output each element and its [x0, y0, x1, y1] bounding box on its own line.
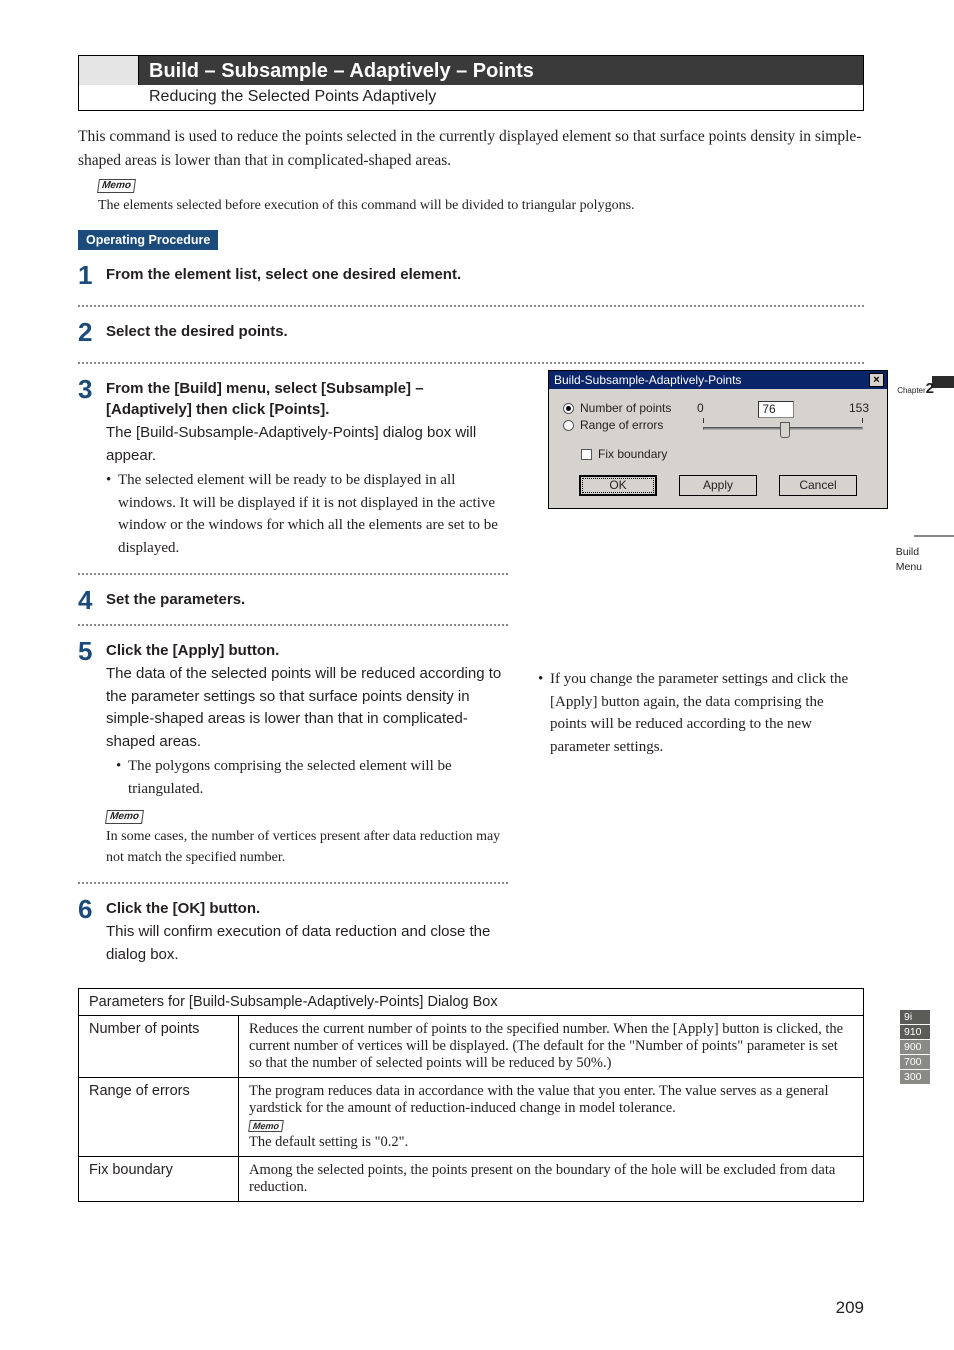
step-5: 5 Click the [Apply] button. The data of … — [78, 640, 508, 868]
param-desc-pre: The program reduces data in accordance w… — [249, 1083, 828, 1116]
step-heading: Click the [OK] button. — [106, 898, 508, 919]
side-menu-line: Menu — [896, 560, 922, 575]
step-bullet: The selected element will be ready to be… — [106, 469, 508, 559]
checkbox-label: Fix boundary — [598, 447, 667, 461]
side-divider — [914, 535, 954, 537]
dialog-box: Build-Subsample-Adaptively-Points × Numb… — [548, 370, 888, 509]
step-bullet: The polygons comprising the selected ele… — [116, 755, 508, 800]
separator — [78, 305, 864, 307]
intro-memo: The elements selected before execution o… — [98, 195, 864, 216]
step-6: 6 Click the [OK] button. This will confi… — [78, 898, 508, 966]
step-heading: From the element list, select one desire… — [106, 264, 466, 285]
model-badge: 9i — [900, 1010, 930, 1024]
memo-tag: Memo — [105, 810, 144, 824]
step-body: The data of the selected points will be … — [106, 663, 508, 753]
parameters-table: Parameters for [Build-Subsample-Adaptive… — [78, 988, 864, 1202]
chapter-tab — [932, 376, 954, 388]
step-number: 3 — [78, 374, 92, 405]
model-badge: 910 — [900, 1025, 930, 1039]
radio-icon — [563, 403, 574, 414]
separator — [78, 882, 508, 884]
memo-tag: Memo — [97, 179, 136, 193]
radio-number-of-points[interactable]: Number of points — [563, 401, 683, 415]
intro-text: This command is used to reduce the point… — [78, 125, 864, 173]
checkbox-icon — [581, 449, 592, 460]
side-menu-label: Build Menu — [896, 545, 922, 574]
dialog-title: Build-Subsample-Adaptively-Points — [554, 373, 741, 387]
model-list: 9i 910 900 700 300 — [900, 1010, 930, 1085]
step-heading: Set the parameters. — [106, 589, 508, 610]
table-row: Fix boundary Among the selected points, … — [79, 1157, 864, 1202]
chapter-label: Chapter2 — [884, 380, 934, 397]
radio-range-of-errors[interactable]: Range of errors — [563, 418, 683, 432]
model-badge: 700 — [900, 1055, 930, 1069]
step-number: 5 — [78, 636, 92, 667]
step-3: 3 From the [Build] menu, select [Subsam­… — [78, 378, 508, 559]
close-icon[interactable]: × — [869, 373, 884, 387]
step-memo: In some cases, the number of vertices pr… — [106, 826, 508, 868]
step-1: 1 From the element list, select one desi… — [78, 264, 864, 285]
apply-button[interactable]: Apply — [679, 475, 757, 496]
param-desc-post: The default setting is "0.2". — [249, 1134, 408, 1150]
separator — [78, 573, 508, 575]
step-heading: From the [Build] menu, select [Subsam­pl… — [106, 378, 508, 420]
step-number: 6 — [78, 894, 92, 925]
slider[interactable] — [703, 427, 863, 430]
param-desc: Reduces the current number of points to … — [239, 1016, 864, 1078]
ok-button[interactable]: OK — [579, 475, 657, 496]
header-title: Build – Subsample – Adaptively – Points — [149, 60, 534, 82]
table-row: Range of errors The program reduces data… — [79, 1078, 864, 1157]
operating-procedure-label: Operating Procedure — [78, 230, 218, 250]
param-name: Number of points — [79, 1016, 239, 1078]
memo-tag: Memo — [248, 1120, 284, 1132]
step-number: 2 — [78, 317, 92, 348]
step-body: The [Build-Subsample-Adaptively-Points] … — [106, 422, 508, 467]
step-heading: Select the desired points. — [106, 321, 864, 342]
fix-boundary-checkbox[interactable]: Fix boundary — [581, 447, 873, 461]
header-subtitle: Reducing the Selected Points Adaptively — [79, 85, 863, 110]
slider-thumb[interactable] — [780, 422, 790, 438]
param-desc: Among the selected points, the points pr… — [239, 1157, 864, 1202]
model-badge: 900 — [900, 1040, 930, 1054]
radio-label: Number of points — [580, 401, 671, 415]
step5-side-note: If you change the parameter settings and… — [538, 668, 864, 758]
step-body: This will confirm execution of data redu… — [106, 921, 508, 966]
cancel-button[interactable]: Cancel — [779, 475, 857, 496]
step-number: 1 — [78, 260, 92, 291]
chapter-text: Chapter — [897, 386, 925, 395]
slider-max: 153 — [849, 401, 869, 418]
slider-min: 0 — [697, 401, 704, 418]
points-input[interactable]: 76 — [758, 401, 794, 418]
section-header: Build – Subsample – Adaptively – Points … — [78, 55, 864, 111]
page-number: 209 — [836, 1298, 864, 1318]
param-name: Fix boundary — [79, 1157, 239, 1202]
radio-icon — [563, 420, 574, 431]
param-desc: The program reduces data in accordance w… — [239, 1078, 864, 1157]
param-name: Range of errors — [79, 1078, 239, 1157]
table-row: Number of points Reduces the current num… — [79, 1016, 864, 1078]
table-caption: Parameters for [Build-Subsample-Adaptive… — [79, 989, 864, 1016]
step-heading: Click the [Apply] button. — [106, 640, 508, 661]
step-number: 4 — [78, 585, 92, 616]
side-menu-line: Build — [896, 545, 922, 560]
header-accent — [79, 56, 139, 85]
model-badge: 300 — [900, 1070, 930, 1084]
step-2: 2 Select the desired points. — [78, 321, 864, 342]
step-4: 4 Set the parameters. — [78, 589, 508, 610]
chapter-number: 2 — [926, 380, 934, 397]
radio-label: Range of errors — [580, 418, 663, 432]
